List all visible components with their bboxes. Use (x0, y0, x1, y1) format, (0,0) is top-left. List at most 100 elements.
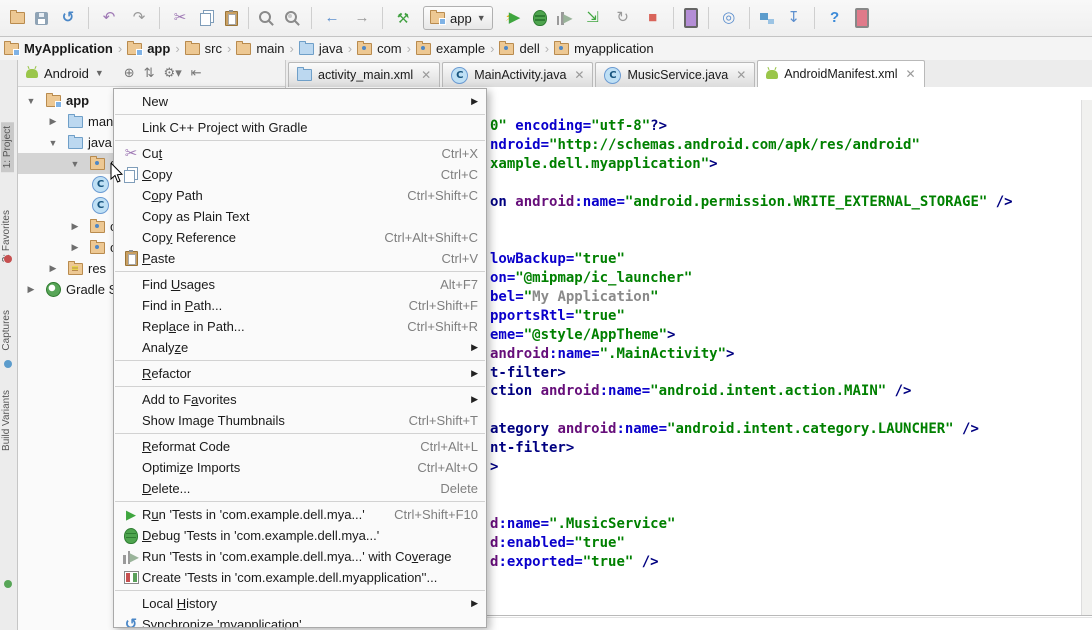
menu-item[interactable]: Optimize ImportsCtrl+Alt+O (114, 457, 486, 478)
collapsed-arrow-icon[interactable]: ▶ (68, 242, 82, 253)
forward-icon[interactable]: → (352, 8, 372, 28)
menu-item[interactable]: Show Image ThumbnailsCtrl+Shift+T (114, 410, 486, 431)
debug-icon[interactable] (533, 10, 547, 26)
menu-item[interactable]: Refactor▶ (114, 363, 486, 384)
autoscroll-icon[interactable]: ⇅ (144, 65, 155, 81)
menu-item[interactable]: ↺Synchronize 'myapplication' (114, 614, 486, 628)
collapsed-arrow-icon[interactable]: ▶ (46, 116, 60, 127)
menu-item[interactable]: Create 'Tests in 'com.example.dell.myapp… (114, 567, 486, 588)
run-config-select[interactable]: app▼ (423, 6, 493, 30)
rerun-icon[interactable]: ↻ (613, 8, 633, 28)
menu-item[interactable]: Reformat CodeCtrl+Alt+L (114, 436, 486, 457)
breadcrumb-item[interactable]: app (125, 41, 172, 56)
breadcrumb-item[interactable]: main (234, 41, 286, 56)
menu-item[interactable]: PasteCtrl+V (114, 248, 486, 269)
code-segment: "@mipmap/ic_launcher" (515, 270, 692, 286)
breadcrumb-item[interactable]: example (414, 41, 487, 56)
expanded-arrow-icon[interactable]: ▼ (24, 96, 38, 106)
device-monitor-icon[interactable]: ◎ (719, 8, 739, 28)
layout-inspector-icon[interactable] (760, 13, 774, 24)
tool-window-button[interactable]: Captures (1, 310, 12, 351)
collapsed-arrow-icon[interactable]: ▶ (68, 221, 82, 232)
menu-item[interactable]: Debug 'Tests in 'com.example.dell.mya...… (114, 525, 486, 546)
project-view-selector[interactable]: Android (44, 66, 89, 81)
menu-item-label: Create 'Tests in 'com.example.dell.myapp… (142, 570, 478, 585)
breadcrumb-chevron-icon: › (172, 41, 182, 56)
zoom-icon[interactable] (259, 11, 271, 23)
tool-window-button[interactable]: Build Variants (1, 390, 12, 451)
stop-icon[interactable]: ■ (643, 8, 663, 28)
synchronize-icon[interactable]: ↺ (58, 8, 78, 28)
mouse-cursor (110, 163, 124, 184)
menu-item[interactable]: Find UsagesAlt+F7 (114, 274, 486, 295)
menu-item[interactable]: Local History▶ (114, 593, 486, 614)
menu-item[interactable]: Replace in Path...Ctrl+Shift+R (114, 316, 486, 337)
folder-blue-icon (299, 43, 314, 55)
collapsed-arrow-icon[interactable]: ▶ (46, 263, 60, 274)
chevron-down-icon[interactable]: ▼ (95, 68, 104, 78)
avd-manager-icon[interactable] (684, 8, 698, 28)
code-segment: ndroid= (490, 137, 549, 153)
breadcrumb-item[interactable]: com (355, 41, 404, 56)
copy-icon[interactable] (200, 13, 211, 26)
back-icon[interactable]: ← (322, 8, 342, 28)
breadcrumb-item[interactable]: MyApplication (2, 41, 115, 56)
close-icon[interactable]: ✕ (574, 68, 584, 82)
menu-item[interactable]: New▶ (114, 91, 486, 112)
menu-item[interactable]: Run 'Tests in 'com.example.dell.mya...' … (114, 546, 486, 567)
collapse-all-icon[interactable]: ⇤ (191, 65, 202, 81)
menu-separator (115, 501, 485, 502)
close-icon[interactable]: ✕ (736, 68, 746, 82)
editor-error-stripe[interactable] (1081, 100, 1092, 615)
tool-window-icon[interactable] (4, 580, 12, 588)
attach-debugger-icon[interactable]: ⇲ (583, 8, 603, 28)
redo-icon[interactable]: ↷ (129, 8, 149, 28)
run-coverage-icon[interactable] (557, 11, 573, 25)
menu-shortcut: Ctrl+V (442, 251, 478, 266)
menu-item[interactable]: Copy PathCtrl+Shift+C (114, 185, 486, 206)
menu-item[interactable]: Copy as Plain Text (114, 206, 486, 227)
expanded-arrow-icon[interactable]: ▼ (46, 138, 60, 148)
code-segment: ?> (650, 118, 667, 134)
menu-item[interactable]: Delete...Delete (114, 478, 486, 499)
close-icon[interactable]: ✕ (906, 67, 916, 81)
collapsed-arrow-icon[interactable]: ▶ (24, 284, 38, 295)
tool-window-icon[interactable] (4, 255, 12, 263)
open-icon[interactable] (10, 12, 25, 24)
tab-MainActivity.java[interactable]: MainActivity.java✕ (442, 62, 593, 87)
save-all-icon[interactable] (35, 12, 48, 25)
menu-item[interactable]: ▶Run 'Tests in 'com.example.dell.mya...'… (114, 504, 486, 525)
tab-AndroidManifest.xml[interactable]: AndroidManifest.xml✕ (757, 60, 924, 88)
menu-item[interactable]: Copy ReferenceCtrl+Alt+Shift+C (114, 227, 486, 248)
android-profiler-icon[interactable] (855, 8, 869, 28)
tool-window-icon[interactable] (4, 360, 12, 368)
tab-activity_main.xml[interactable]: activity_main.xml✕ (288, 62, 440, 87)
scroll-from-source-icon[interactable]: ⊕ (124, 65, 135, 81)
find-icon[interactable] (285, 11, 297, 23)
gradle-sync-icon[interactable]: ↧ (784, 8, 804, 28)
undo-icon[interactable]: ↶ (99, 8, 119, 28)
help-icon[interactable]: ? (825, 8, 845, 28)
breadcrumb-item[interactable]: myapplication (552, 41, 656, 56)
settings-gear-icon[interactable]: ⚙▾ (164, 65, 182, 81)
breadcrumb-item[interactable]: dell (497, 41, 541, 56)
tool-window-button[interactable]: 1: Project (1, 122, 14, 172)
expanded-arrow-icon[interactable]: ▼ (68, 159, 82, 169)
menu-item[interactable]: Find in Path...Ctrl+Shift+F (114, 295, 486, 316)
paste-icon[interactable] (225, 11, 238, 26)
menu-item[interactable]: Add to Favorites▶ (114, 389, 486, 410)
code-segment: ction (490, 383, 541, 399)
menu-item[interactable]: ✂CutCtrl+X (114, 143, 486, 164)
breadcrumb-item[interactable]: src (183, 41, 224, 56)
code-segment: bel= (490, 289, 524, 305)
tab-MusicService.java[interactable]: MusicService.java✕ (595, 62, 755, 87)
run-icon[interactable]: ⚡▶ (503, 8, 523, 28)
menu-item[interactable]: CopyCtrl+C (114, 164, 486, 185)
submenu-arrow-icon: ▶ (471, 368, 478, 379)
menu-item[interactable]: Analyze▶ (114, 337, 486, 358)
build-icon[interactable]: ⚒ (393, 8, 413, 28)
close-icon[interactable]: ✕ (421, 68, 431, 82)
cut-icon[interactable]: ✂ (170, 8, 190, 28)
menu-item[interactable]: Link C++ Project with Gradle (114, 117, 486, 138)
breadcrumb-item[interactable]: java (297, 41, 345, 56)
